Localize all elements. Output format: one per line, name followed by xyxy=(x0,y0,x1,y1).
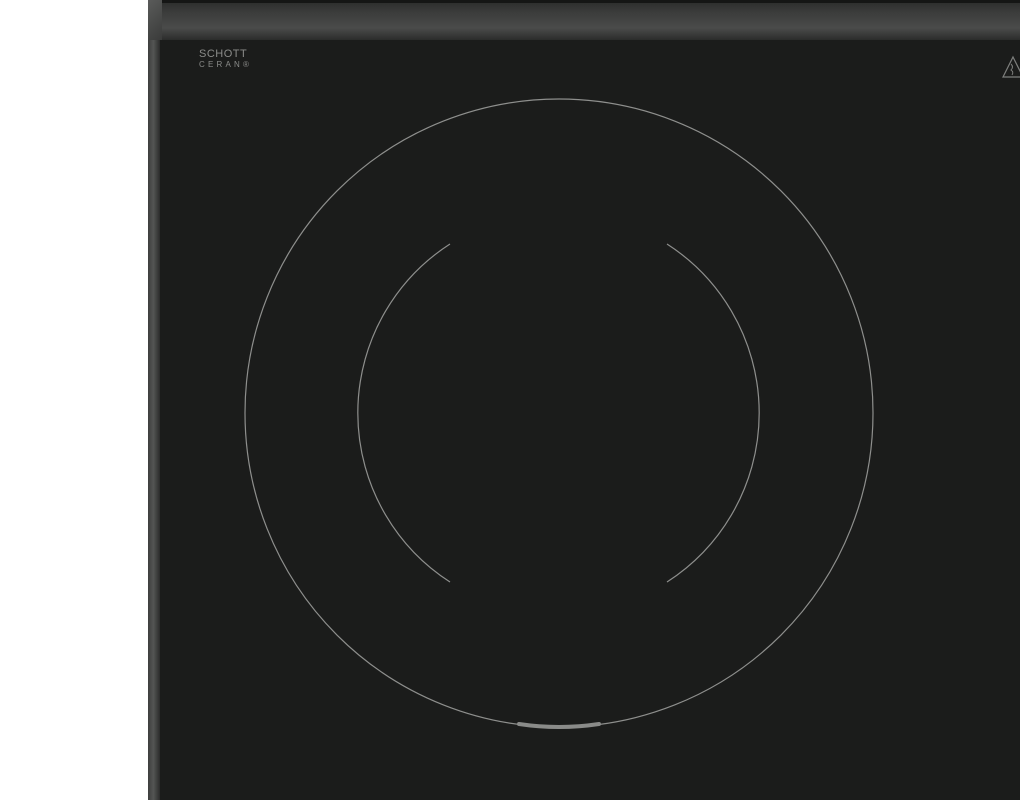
zone-indicator-mark xyxy=(517,722,601,729)
cooking-zone-markings xyxy=(244,98,874,729)
outer-cooking-zone-ring xyxy=(244,98,874,728)
inner-zone-arc-right xyxy=(666,243,760,583)
inner-zone-arc-left xyxy=(357,243,451,583)
cooktop-photo: SCHOTT CERAN® xyxy=(0,0,1020,800)
